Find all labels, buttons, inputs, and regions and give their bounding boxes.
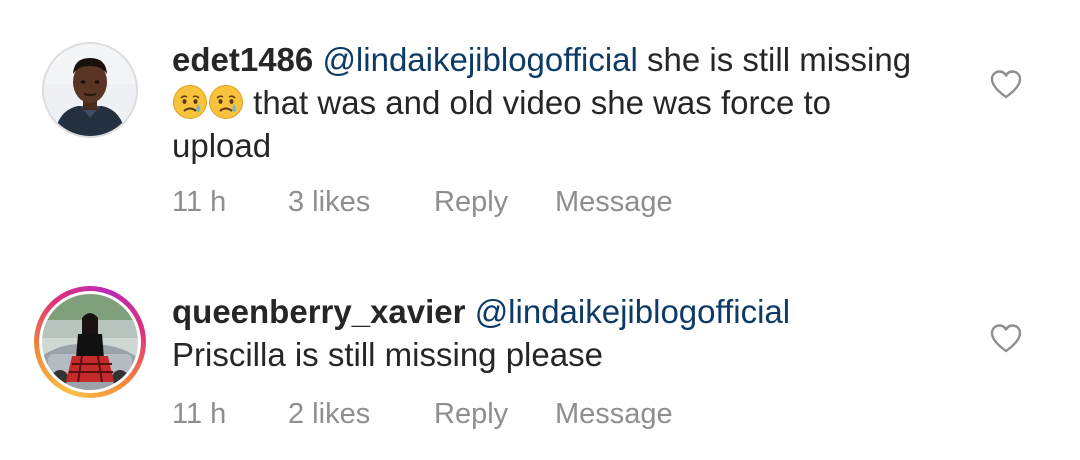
crying-face-icon <box>173 85 207 119</box>
avatar[interactable] <box>42 294 138 390</box>
comment-text: edet1486 @lindaikejiblogofficial she is … <box>172 38 932 167</box>
comment-item: edet1486 @lindaikejiblogofficial she is … <box>0 0 1080 240</box>
avatar[interactable] <box>42 42 138 138</box>
comment-time: 11 h <box>172 186 227 218</box>
comment-mention[interactable]: @lindaikejiblogofficial <box>322 41 637 78</box>
message-button[interactable]: Message <box>555 186 673 219</box>
comment-body: Priscilla is still missing please <box>172 336 603 373</box>
comment-username[interactable]: queenberry_xavier <box>172 293 466 330</box>
heart-icon[interactable] <box>989 68 1023 100</box>
comment-item: queenberry_xavier @lindaikejiblogofficia… <box>0 270 1080 460</box>
heart-icon[interactable] <box>989 322 1023 354</box>
reply-button[interactable]: Reply <box>434 186 508 219</box>
likes-count[interactable]: 3 likes <box>288 186 370 219</box>
message-button[interactable]: Message <box>555 398 673 431</box>
comment-username[interactable]: edet1486 <box>172 41 313 78</box>
comment-body-continued: that was and old video she was force to … <box>172 84 832 164</box>
comment-body: she is still missing <box>647 41 912 78</box>
likes-count[interactable]: 2 likes <box>288 398 370 431</box>
comment-time: 11 h <box>172 398 227 430</box>
crying-face-icon <box>209 85 243 119</box>
comment-mention[interactable]: @lindaikejiblogofficial <box>475 293 790 330</box>
comment-text: queenberry_xavier @lindaikejiblogofficia… <box>172 290 932 376</box>
reply-button[interactable]: Reply <box>434 398 508 431</box>
story-ring[interactable] <box>34 286 146 398</box>
